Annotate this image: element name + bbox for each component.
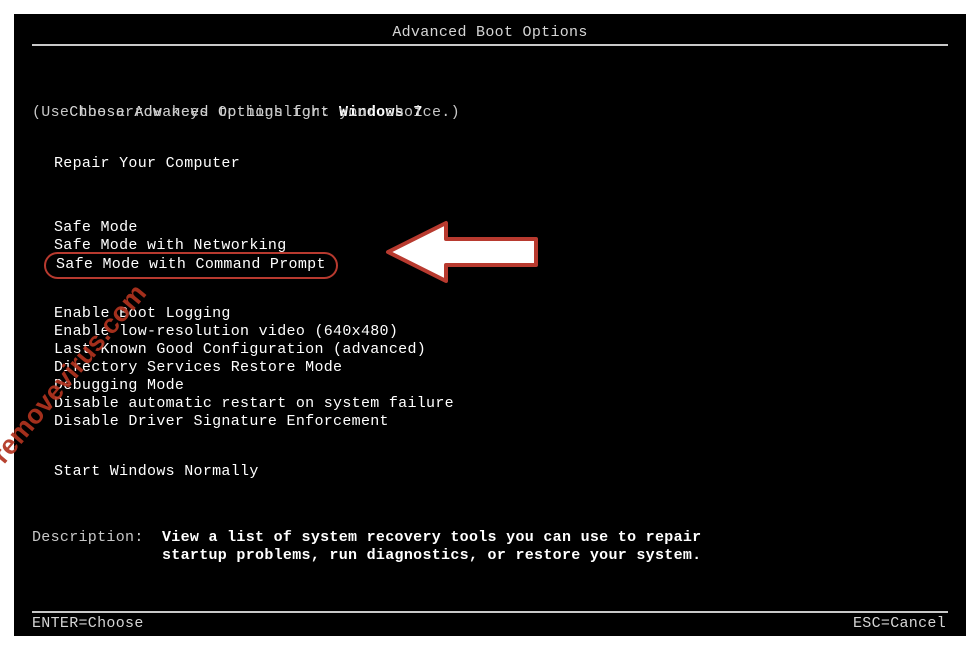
footer-enter-hint: ENTER=Choose bbox=[32, 615, 144, 633]
menu-boot-logging[interactable]: Enable Boot Logging bbox=[50, 304, 235, 324]
boot-options-screen: Advanced Boot Options Choose Advanced Op… bbox=[14, 14, 966, 636]
menu-low-res-video[interactable]: Enable low-resolution video (640x480) bbox=[50, 322, 402, 342]
menu-repair-computer[interactable]: Repair Your Computer bbox=[50, 154, 244, 174]
menu-ds-restore[interactable]: Directory Services Restore Mode bbox=[50, 358, 346, 378]
title-divider bbox=[32, 44, 948, 46]
menu-start-normally[interactable]: Start Windows Normally bbox=[50, 462, 263, 482]
menu-safe-mode[interactable]: Safe Mode bbox=[50, 218, 142, 238]
instruction-line: (Use the arrow keys to highlight your ch… bbox=[32, 104, 460, 122]
arrow-annotation-icon bbox=[376, 217, 546, 293]
menu-last-known-good[interactable]: Last Known Good Configuration (advanced) bbox=[50, 340, 430, 360]
description-label: Description: bbox=[32, 529, 144, 547]
menu-debugging-mode[interactable]: Debugging Mode bbox=[50, 376, 188, 396]
footer-esc-hint: ESC=Cancel bbox=[853, 615, 946, 633]
footer-divider bbox=[32, 611, 948, 613]
description-text-2: startup problems, run diagnostics, or re… bbox=[162, 547, 701, 565]
screen-title: Advanced Boot Options bbox=[14, 24, 966, 42]
menu-safe-mode-cmd[interactable]: Safe Mode with Command Prompt bbox=[44, 252, 338, 279]
menu-disable-auto-restart[interactable]: Disable automatic restart on system fail… bbox=[50, 394, 458, 414]
description-text-1: View a list of system recovery tools you… bbox=[162, 529, 701, 547]
menu-disable-driver-sig[interactable]: Disable Driver Signature Enforcement bbox=[50, 412, 393, 432]
